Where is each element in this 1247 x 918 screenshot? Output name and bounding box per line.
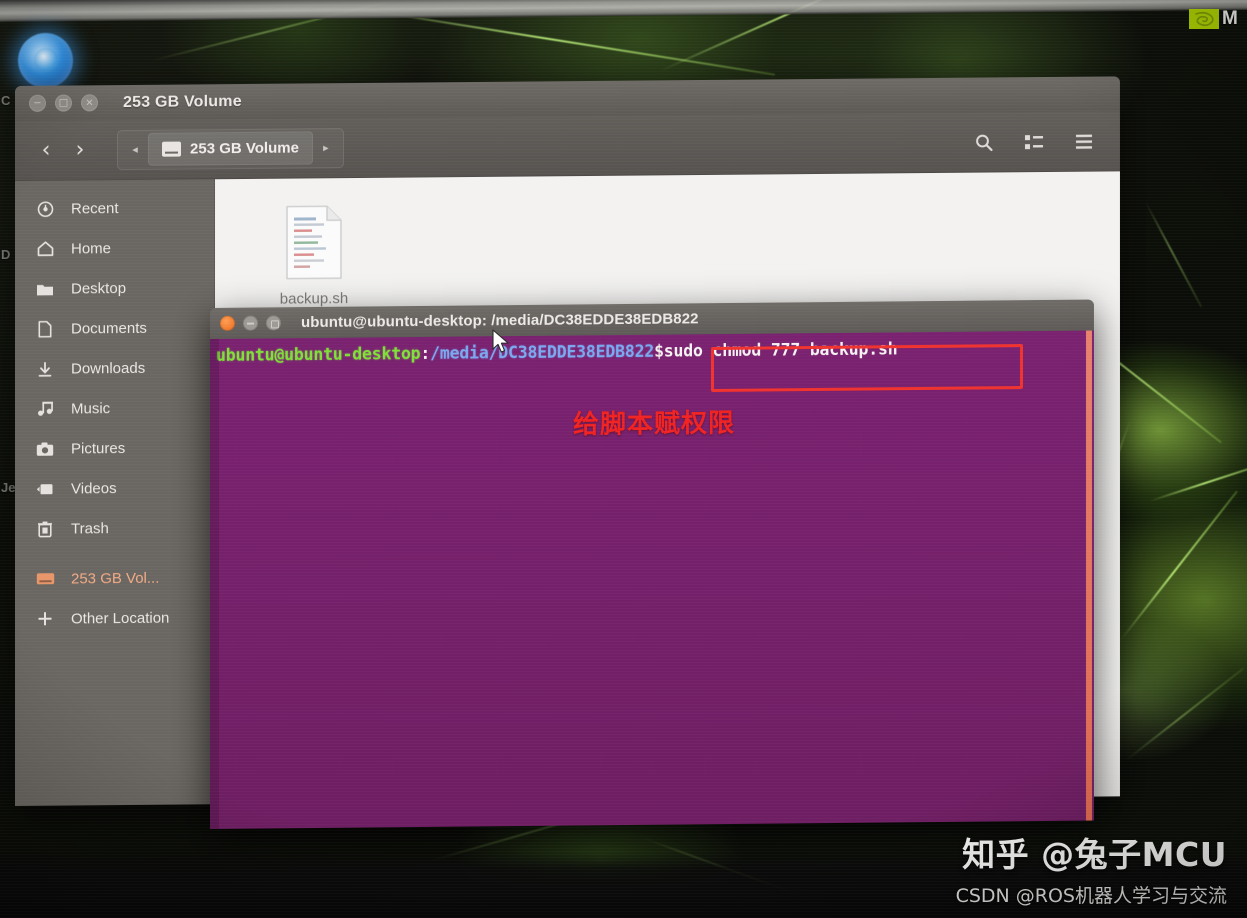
- sidebar-item-pictures[interactable]: Pictures: [15, 427, 214, 469]
- files-toolbar: [962, 122, 1106, 161]
- sidebar-item-label: Videos: [71, 479, 117, 498]
- prompt-separator: :: [420, 343, 431, 363]
- sidebar-item-label: Desktop: [71, 279, 127, 298]
- sidebar-item-label: Other Location: [71, 609, 170, 628]
- files-headerbar[interactable]: ‹ › ◂ 253 GB Volume ▸: [15, 111, 1120, 181]
- annotation-text: 给脚本赋权限: [573, 408, 736, 440]
- watermark-main: 知乎 @兔子MCU: [962, 835, 1227, 874]
- files-window-title: 253 GB Volume: [123, 92, 242, 111]
- mouse-cursor-icon: [492, 329, 509, 353]
- file-item-backup-sh[interactable]: backup.sh: [259, 204, 369, 308]
- files-minimize-button[interactable]: −: [29, 94, 46, 112]
- sidebar-item-documents[interactable]: Documents: [15, 307, 214, 349]
- search-icon: [976, 134, 993, 151]
- terminal-prompt-line: ubuntu@ubuntu-desktop:/media/DC38EDDE38E…: [210, 338, 1094, 367]
- sidebar-item-label: Pictures: [71, 439, 126, 458]
- breadcrumb-next-icon[interactable]: ▸: [313, 141, 339, 154]
- nvidia-logo-icon: [1188, 6, 1220, 32]
- drive-icon: [162, 141, 181, 157]
- breadcrumb[interactable]: ◂ 253 GB Volume ▸: [117, 127, 344, 170]
- minimize-icon: −: [33, 97, 42, 109]
- back-button[interactable]: ‹: [29, 133, 63, 167]
- drive-icon: [35, 572, 55, 586]
- clock-icon: [35, 200, 55, 217]
- desktop-edge-label: Je: [1, 480, 16, 495]
- desktop-edge-label: C: [1, 93, 11, 108]
- terminal-window-title: ubuntu@ubuntu-desktop: /media/DC38EDDE38…: [301, 310, 699, 332]
- sidebar-item-label: Music: [71, 399, 111, 418]
- camera-icon: [35, 441, 55, 456]
- terminal-left-edge: [210, 338, 219, 829]
- sidebar-item-trash[interactable]: Trash: [15, 507, 214, 549]
- breadcrumb-prev-icon[interactable]: ◂: [122, 143, 148, 156]
- prompt-user-host: ubuntu@ubuntu-desktop: [216, 343, 421, 365]
- files-close-button[interactable]: ×: [81, 94, 98, 112]
- sidebar-item-label: Trash: [71, 519, 109, 538]
- music-note-icon: [35, 401, 55, 417]
- terminal-window[interactable]: ubuntu@ubuntu-desktop: /media/DC38EDDE38…: [210, 299, 1094, 829]
- nvidia-label: M: [1222, 8, 1239, 29]
- files-maximize-button[interactable]: □: [55, 94, 72, 112]
- plus-icon: [35, 611, 55, 627]
- download-icon: [35, 360, 55, 377]
- script-file-icon: [286, 205, 342, 280]
- sidebar-item-253-gb-volume[interactable]: 253 GB Vol...: [15, 557, 214, 599]
- breadcrumb-item-volume[interactable]: 253 GB Volume: [148, 131, 313, 166]
- forward-button[interactable]: ›: [63, 133, 97, 167]
- view-options-button[interactable]: [1012, 122, 1056, 160]
- sidebar-item-label: Recent: [71, 199, 119, 218]
- view-options-icon: [1025, 134, 1043, 149]
- sidebar-item-other-location[interactable]: Other Location: [15, 597, 214, 639]
- sidebar-item-label: 253 GB Vol...: [71, 569, 160, 588]
- file-label: backup.sh: [279, 290, 349, 308]
- menu-button[interactable]: [1062, 122, 1106, 160]
- folder-icon: [35, 281, 55, 296]
- home-icon: [35, 241, 55, 257]
- maximize-icon: □: [58, 97, 69, 109]
- close-icon: ×: [85, 96, 94, 108]
- chromium-browser-icon[interactable]: [18, 33, 73, 88]
- sidebar-item-downloads[interactable]: Downloads: [15, 347, 214, 389]
- prompt-path: /media/DC38EDDE38EDB822: [430, 341, 655, 363]
- sidebar-item-label: Downloads: [71, 359, 146, 378]
- sidebar-item-videos[interactable]: Videos: [15, 467, 214, 509]
- sidebar-item-recent[interactable]: Recent: [15, 187, 214, 229]
- chevron-right-icon: ›: [75, 136, 85, 162]
- breadcrumb-label: 253 GB Volume: [190, 139, 299, 158]
- files-sidebar[interactable]: Recent Home Desktop Documents Downloads …: [15, 179, 215, 806]
- terminal-maximize-button[interactable]: [266, 315, 281, 331]
- terminal-close-button[interactable]: [220, 315, 235, 331]
- sidebar-item-label: Home: [71, 239, 112, 258]
- trash-icon: [35, 520, 55, 537]
- sidebar-item-desktop[interactable]: Desktop: [15, 267, 214, 309]
- prompt-sigil: $: [654, 341, 664, 361]
- terminal-command[interactable]: sudo chmod 777 backup.sh: [664, 339, 898, 360]
- document-icon: [35, 320, 55, 338]
- screenshot-root: M C D Je − □ × 253 GB Volume ‹ › ◂ 253 G…: [0, 0, 1247, 918]
- sidebar-item-home[interactable]: Home: [15, 227, 214, 269]
- desktop-edge-label: D: [1, 247, 11, 262]
- chevron-left-icon: ‹: [41, 137, 51, 163]
- sidebar-item-label: Documents: [71, 319, 147, 338]
- sidebar-item-music[interactable]: Music: [15, 387, 214, 429]
- menu-icon: [1076, 134, 1092, 149]
- search-button[interactable]: [962, 123, 1006, 161]
- video-icon: [35, 482, 55, 495]
- watermark-sub: CSDN @ROS机器人学习与交流: [955, 885, 1227, 907]
- terminal-minimize-button[interactable]: [243, 315, 258, 331]
- terminal-scrollbar[interactable]: [1086, 330, 1092, 821]
